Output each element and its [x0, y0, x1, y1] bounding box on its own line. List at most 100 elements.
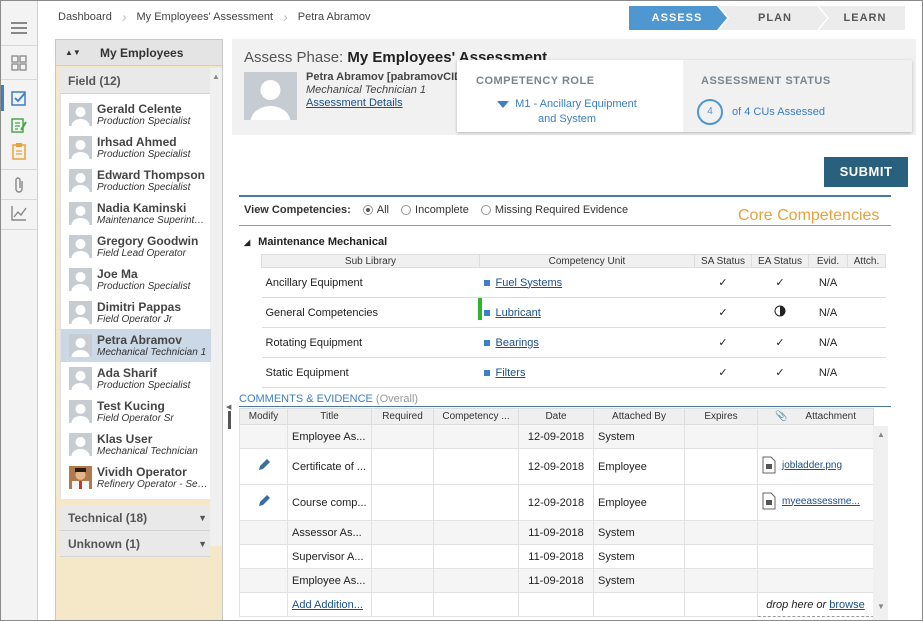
tab-learn[interactable]: LEARN: [825, 6, 905, 30]
employees-scrollbar[interactable]: ▲: [210, 68, 222, 546]
employee-item[interactable]: Edward Thompson Production Specialist: [61, 164, 211, 197]
employee-role: Refinery Operator - Senior: [97, 479, 209, 490]
col-attached-by[interactable]: Attached By: [593, 408, 685, 425]
employee-item[interactable]: Test Kucing Field Operator Sr: [61, 395, 211, 428]
file-icon: [762, 492, 776, 510]
sort-arrows-icon[interactable]: ▲▼: [65, 40, 81, 66]
col-sa-status[interactable]: SA Status: [694, 254, 752, 268]
col-sub-library[interactable]: Sub Library: [261, 254, 480, 268]
avatar: [69, 103, 92, 126]
file-drop-zone[interactable]: drop here or browse: [757, 592, 874, 617]
collapse-triangle-icon[interactable]: ◢: [244, 238, 250, 247]
employee-role: Mechanical Technician: [97, 446, 198, 457]
col-required[interactable]: Required: [371, 408, 434, 425]
chevron-down-icon: ▼: [198, 513, 207, 523]
add-additional-link[interactable]: Add Addition...: [292, 599, 363, 611]
scroll-down-icon[interactable]: ▼: [877, 602, 885, 611]
group-unknown[interactable]: Unknown (1) ▼: [60, 531, 210, 557]
employee-name: Ada Sharif: [97, 366, 158, 380]
table-row[interactable]: Ancillary Equipment Fuel Systems ✓ ✓ N/A: [261, 267, 886, 298]
table-row[interactable]: Assessor As... 11-09-2018 System: [239, 520, 874, 545]
col-competency[interactable]: Competency ...: [433, 408, 519, 425]
section-maintenance-mechanical[interactable]: ◢ Maintenance Mechanical: [244, 236, 387, 248]
col-title[interactable]: Title: [287, 408, 372, 425]
attachment-link[interactable]: jobladder.png: [782, 460, 842, 471]
col-attachment[interactable]: 📎 Attachment: [757, 408, 874, 425]
assessment-details-link[interactable]: Assessment Details: [306, 97, 462, 109]
col-attachment[interactable]: Attch.: [847, 254, 886, 268]
assess-checklist-icon[interactable]: [9, 88, 29, 108]
employee-name: Gerald Celente: [97, 102, 182, 116]
table-row[interactable]: Employee As... 11-09-2018 System: [239, 568, 874, 593]
col-competency-unit[interactable]: Competency Unit: [479, 254, 695, 268]
panel-splitter-handle[interactable]: [228, 411, 231, 429]
employee-item[interactable]: Irhsad Ahmed Production Specialist: [61, 131, 211, 164]
group-field[interactable]: Field (12): [60, 68, 210, 94]
breadcrumb-my-employees[interactable]: My Employees' Assessment: [127, 11, 284, 23]
chart-report-icon[interactable]: [9, 203, 29, 223]
table-row[interactable]: Employee As... 12-09-2018 System: [239, 424, 874, 449]
col-ea-status[interactable]: EA Status: [751, 254, 809, 268]
paperclip-icon[interactable]: [9, 175, 29, 195]
employee-item[interactable]: Dimitri Pappas Field Operator Jr: [61, 296, 211, 329]
competency-unit-link[interactable]: Bearings: [496, 337, 539, 349]
edit-pencil-icon[interactable]: [239, 484, 288, 521]
col-expires[interactable]: Expires: [684, 408, 758, 425]
submit-button[interactable]: SUBMIT: [824, 157, 908, 187]
employee-role: Field Operator Jr: [97, 314, 173, 325]
edit-pencil-icon[interactable]: [239, 448, 288, 485]
competency-unit-link[interactable]: Filters: [496, 367, 526, 379]
assessment-status-text: of 4 CUs Assessed: [732, 106, 825, 118]
employee-role: Production Specialist: [97, 149, 191, 160]
employee-item[interactable]: Nadia KaminskiMaintenance Superintendent: [61, 197, 211, 230]
col-modify[interactable]: Modify: [239, 408, 288, 425]
drop-text: drop here or: [766, 598, 827, 611]
tab-assess[interactable]: ASSESS: [629, 6, 725, 30]
breadcrumb-dashboard[interactable]: Dashboard: [48, 11, 122, 23]
group-technical[interactable]: Technical (18) ▼: [60, 505, 210, 531]
table-row[interactable]: Supervisor A... 11-09-2018 System: [239, 544, 874, 569]
employee-item[interactable]: Gerald Celente Production Specialist: [61, 98, 211, 131]
employee-item[interactable]: Klas User Mechanical Technician: [61, 428, 211, 461]
section-title: Maintenance Mechanical: [258, 236, 388, 248]
employee-item[interactable]: Gregory Goodwin Field Lead Operator: [61, 230, 211, 263]
table-row[interactable]: Static Equipment Filters ✓ ✓ N/A: [261, 357, 886, 388]
employee-item[interactable]: Vividh Operator Refinery Operator - Senio…: [61, 461, 211, 494]
sub-library-cell: Ancillary Equipment: [261, 267, 480, 298]
scroll-up-icon[interactable]: ▲: [877, 430, 885, 439]
competency-unit-link[interactable]: Fuel Systems: [496, 277, 563, 289]
bullet-icon: [483, 309, 490, 316]
tab-plan[interactable]: PLAN: [725, 6, 825, 30]
employee-item[interactable]: Ada Sharif Production Specialist: [61, 362, 211, 395]
browse-link[interactable]: browse: [829, 599, 864, 611]
evidence-scrollbar[interactable]: ▲ ▼: [873, 426, 888, 620]
attachment-link[interactable]: myeeassessme...: [782, 496, 860, 507]
scroll-up-icon[interactable]: ▲: [212, 72, 220, 81]
col-evidence[interactable]: Evid.: [808, 254, 848, 268]
plan-edit-icon[interactable]: [9, 115, 29, 135]
table-row[interactable]: General Competencies Lubricant ✓ N/A: [261, 297, 886, 328]
evidence-attached-by: System: [593, 568, 685, 593]
competency-role-dropdown[interactable]: M1 - Ancillary Equipment and System: [487, 97, 647, 127]
evidence-cell: N/A: [808, 297, 848, 328]
hamburger-menu-icon[interactable]: [9, 18, 29, 38]
comments-evidence-table: Modify Title Required Competency ... Dat…: [239, 408, 874, 617]
radio-incomplete[interactable]: [401, 205, 412, 215]
table-row[interactable]: Certificate of ... 12-09-2018 Employee j…: [239, 448, 874, 485]
table-row[interactable]: Rotating Equipment Bearings ✓ ✓ N/A: [261, 327, 886, 358]
collapse-arrow-icon[interactable]: ◀: [226, 403, 231, 411]
breadcrumb-current: Petra Abramov: [297, 11, 371, 23]
radio-all[interactable]: [362, 205, 373, 215]
radio-missing-evidence[interactable]: [480, 205, 491, 215]
grid-dashboard-icon[interactable]: [9, 53, 29, 73]
competency-unit-link[interactable]: Lubricant: [496, 307, 541, 319]
evidence-title: Employee As...: [287, 568, 372, 593]
clipboard-icon[interactable]: [9, 141, 29, 161]
employees-panel-header[interactable]: ▲▼ My Employees: [56, 40, 222, 66]
employee-item-selected[interactable]: Petra Abramov Mechanical Technician 1: [61, 329, 211, 362]
competency-role-label: COMPETENCY ROLE: [476, 75, 595, 87]
group-technical-label: Technical (18): [68, 511, 148, 525]
employee-item[interactable]: Joe Ma Production Specialist: [61, 263, 211, 296]
col-date[interactable]: Date: [518, 408, 594, 425]
table-row[interactable]: Course comp... 12-09-2018 Employee myeea…: [239, 484, 874, 521]
